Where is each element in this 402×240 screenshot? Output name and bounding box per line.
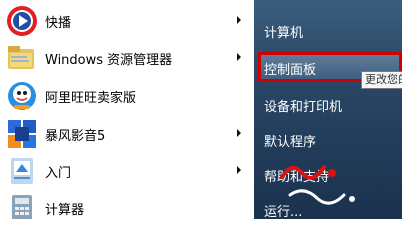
folder-explorer-icon: [8, 46, 34, 69]
link-default-programs[interactable]: 默认程序: [264, 131, 316, 150]
link-run[interactable]: 运行...: [264, 201, 302, 219]
calculator-icon: [12, 195, 32, 219]
menu-item-calculator[interactable]: 计算器: [3, 190, 251, 219]
link-control-panel[interactable]: 控制面板: [264, 59, 316, 78]
tooltip: 更改您的计: [361, 71, 402, 89]
programs-pane: 快播 Windows 资源管理器 阿里旺旺卖家版 暴风影音5 入门 计算器: [0, 0, 254, 219]
menu-item-label: Windows 资源管理器: [45, 52, 173, 68]
start-menu: 快播 Windows 资源管理器 阿里旺旺卖家版 暴风影音5 入门 计算器 计算…: [0, 0, 402, 219]
menu-item-baofeng[interactable]: 暴风影音5: [3, 116, 251, 152]
menu-item-label: 入门: [45, 165, 72, 181]
menu-item-label: 快播: [45, 15, 72, 31]
baofeng-icon: [8, 120, 36, 148]
submenu-arrow-icon: [237, 129, 241, 137]
menu-item-aliwangwang[interactable]: 阿里旺旺卖家版: [3, 78, 251, 114]
link-help-and-support[interactable]: 帮助和支持: [264, 166, 329, 185]
menu-item-label: 阿里旺旺卖家版: [45, 90, 137, 106]
menu-item-label: 暴风影音5: [45, 128, 106, 144]
submenu-arrow-icon: [237, 16, 241, 24]
getting-started-icon: [11, 158, 33, 184]
link-devices-and-printers[interactable]: 设备和打印机: [264, 96, 342, 115]
system-links-pane: 计算机 控制面板 设备和打印机 默认程序 帮助和支持 运行... 更改您的计: [254, 0, 402, 219]
link-computer[interactable]: 计算机: [264, 22, 303, 41]
menu-item-kuaibo[interactable]: 快播: [3, 3, 251, 39]
menu-item-label: 计算器: [45, 202, 85, 218]
menu-item-getting-started[interactable]: 入门: [3, 153, 251, 189]
submenu-arrow-icon: [237, 166, 241, 174]
kuaibo-icon: [7, 6, 37, 36]
aliwangwang-icon: [8, 82, 36, 110]
menu-item-windows-explorer[interactable]: Windows 资源管理器: [3, 40, 251, 76]
submenu-arrow-icon: [237, 53, 241, 61]
